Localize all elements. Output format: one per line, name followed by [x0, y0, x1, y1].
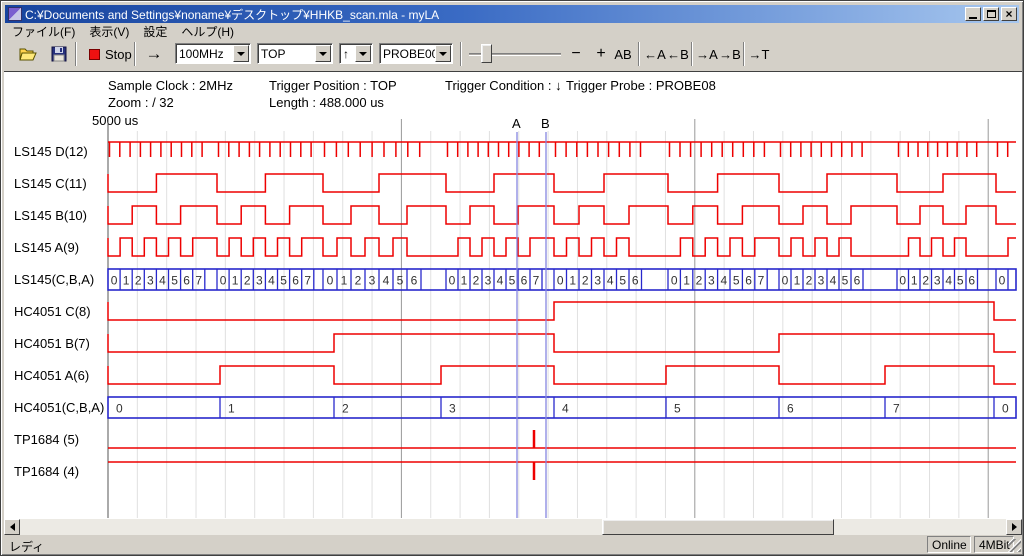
menu-bar: ファイル(F) 表示(V) 設定 ヘルプ(H) — [5, 24, 1019, 39]
trigger-position-combo[interactable]: TOP — [257, 43, 333, 64]
time-division-label: 5000 us — [92, 113, 138, 128]
channel-label: HC4051 C(8) — [14, 304, 91, 320]
sample-clock-value: 100MHz — [176, 47, 233, 61]
open-folder-icon — [19, 47, 39, 62]
status-bar: レディ Online 4MBit — [4, 536, 1022, 554]
goto-cursor-b-button[interactable]: ←B — [666, 39, 690, 69]
stop-icon — [89, 49, 100, 60]
length-info: Length : 488.000 us — [269, 95, 384, 110]
window-titlebar[interactable]: C:¥Documents and Settings¥noname¥デスクトップ¥… — [5, 5, 1019, 23]
app-icon — [8, 7, 22, 21]
toolbar-separator — [460, 42, 462, 66]
toolbar-separator — [691, 42, 693, 66]
dropdown-arrow-icon[interactable] — [355, 45, 371, 62]
zoom-slider-handle[interactable] — [481, 44, 492, 63]
open-button[interactable] — [17, 39, 41, 69]
minimize-button[interactable] — [965, 7, 981, 21]
dropdown-arrow-icon[interactable] — [315, 45, 331, 62]
stop-label: Stop — [105, 47, 132, 62]
save-floppy-icon — [51, 46, 67, 62]
waveform-client-area[interactable] — [4, 71, 1022, 519]
channel-label: LS145 A(9) — [14, 240, 79, 256]
horizontal-scrollbar[interactable] — [4, 519, 1022, 535]
goto-cursor-a-button[interactable]: ←A — [643, 39, 667, 69]
maximize-button[interactable] — [983, 7, 999, 21]
status-online-badge: Online — [927, 536, 971, 553]
toolbar-separator — [75, 42, 77, 66]
channel-label: LS145 D(12) — [14, 144, 88, 160]
channel-label: TP1684 (5) — [14, 432, 79, 448]
run-button[interactable]: → — [141, 39, 167, 69]
channel-label: HC4051(C,B,A) — [14, 400, 104, 416]
minimize-icon — [969, 17, 977, 19]
scroll-right-arrow[interactable] — [1006, 519, 1022, 535]
set-cursor-b-button[interactable]: →B — [718, 39, 742, 69]
trigger-position-info: Trigger Position : TOP — [269, 78, 397, 93]
trigger-probe-info: Trigger Probe : PROBE08 — [566, 78, 716, 93]
toolbar-separator — [638, 42, 640, 66]
sample-clock-combo[interactable]: 100MHz — [175, 43, 251, 64]
scrollbar-thumb[interactable] — [602, 519, 834, 535]
zoom-slider[interactable] — [469, 39, 561, 69]
resize-grip[interactable] — [1008, 539, 1021, 552]
set-cursor-a-button[interactable]: →A — [695, 39, 719, 69]
toolbar-separator — [134, 42, 136, 66]
trigger-position-value: TOP — [258, 47, 315, 61]
status-ready-text: レディ — [9, 538, 44, 555]
ab-button[interactable]: AB — [611, 39, 635, 69]
channel-label: HC4051 B(7) — [14, 336, 90, 352]
save-button[interactable] — [47, 39, 71, 69]
cursor-b-label[interactable]: B — [541, 116, 550, 131]
close-button[interactable]: × — [1001, 7, 1017, 21]
channel-label: HC4051 A(6) — [14, 368, 89, 384]
trigger-probe-value: PROBE00 — [380, 47, 435, 61]
channel-label: LS145(C,B,A) — [14, 272, 94, 288]
zoom-info: Zoom : / 32 — [108, 95, 174, 110]
channel-label: TP1684 (4) — [14, 464, 79, 480]
scroll-left-arrow[interactable] — [4, 519, 20, 535]
zoom-out-button[interactable]: − — [565, 39, 587, 69]
maximize-icon — [987, 10, 996, 18]
window-title: C:¥Documents and Settings¥noname¥デスクトップ¥… — [25, 6, 963, 23]
cursor-a-label[interactable]: A — [512, 116, 521, 131]
trigger-probe-combo[interactable]: PROBE00 — [379, 43, 453, 64]
channel-label: LS145 B(10) — [14, 208, 87, 224]
toolbar-separator — [743, 42, 745, 66]
trigger-edge-combo[interactable]: ↑ — [339, 43, 373, 64]
goto-trigger-button[interactable]: →T — [747, 39, 771, 69]
channel-label: LS145 C(11) — [14, 176, 87, 192]
stop-button[interactable]: Stop — [85, 39, 136, 69]
dropdown-arrow-icon[interactable] — [233, 45, 249, 62]
toolbar: Stop → 100MHz TOP ↑ PROBE00 − + AB ←A ←B — [5, 39, 1019, 69]
trigger-edge-value: ↑ — [340, 47, 355, 61]
zoom-in-button[interactable]: + — [590, 39, 612, 69]
trigger-condition-info: Trigger Condition : ↓ — [445, 78, 562, 93]
dropdown-arrow-icon[interactable] — [435, 45, 451, 62]
sample-clock-info: Sample Clock : 2MHz — [108, 78, 233, 93]
app-window: C:¥Documents and Settings¥noname¥デスクトップ¥… — [0, 0, 1024, 556]
